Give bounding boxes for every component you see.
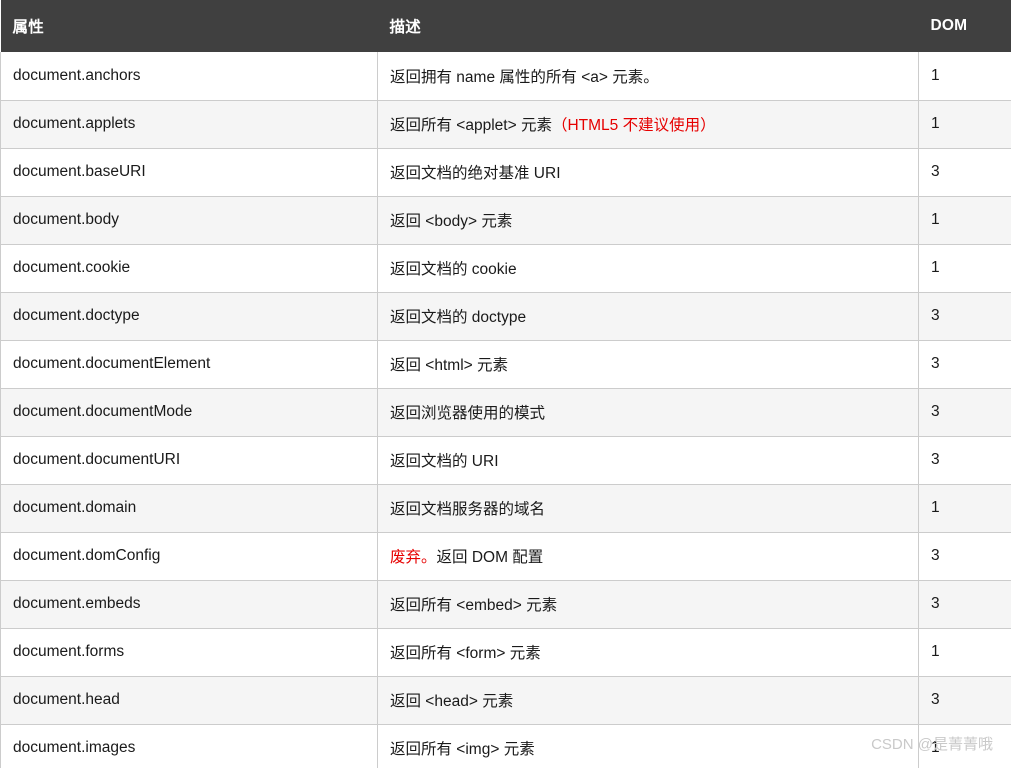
cell-attribute: document.documentMode xyxy=(0,388,378,437)
cell-description: 返回文档的 URI xyxy=(377,436,919,485)
table-header: 属性 描述 DOM xyxy=(0,0,1011,52)
table-row: document.cookie 返回文档的 cookie 1 xyxy=(0,244,1011,293)
table-row: document.images 返回所有 <img> 元素 1 xyxy=(0,724,1011,768)
column-header-attribute: 属性 xyxy=(0,0,378,52)
description-warning-text: 废弃。 xyxy=(390,549,437,566)
cell-description: 返回 <html> 元素 xyxy=(377,340,919,389)
cell-attribute: document.embeds xyxy=(0,580,378,629)
cell-description: 废弃。返回 DOM 配置 xyxy=(377,532,919,581)
column-header-description: 描述 xyxy=(377,0,919,52)
description-text: 返回 <body> 元素 xyxy=(390,213,513,230)
table-row: document.forms 返回所有 <form> 元素 1 xyxy=(0,628,1011,677)
cell-description: 返回 <body> 元素 xyxy=(377,196,919,245)
cell-description: 返回浏览器使用的模式 xyxy=(377,388,919,437)
table-row: document.documentMode 返回浏览器使用的模式 3 xyxy=(0,388,1011,437)
table-row: document.documentElement 返回 <html> 元素 3 xyxy=(0,340,1011,389)
cell-dom-level: 3 xyxy=(918,388,1011,437)
table-header-row: 属性 描述 DOM xyxy=(0,0,1011,52)
cell-dom-level: 1 xyxy=(918,628,1011,677)
description-text: 返回所有 <embed> 元素 xyxy=(390,597,558,614)
cell-dom-level: 3 xyxy=(918,436,1011,485)
description-text: 返回文档服务器的域名 xyxy=(390,501,546,518)
cell-dom-level: 1 xyxy=(918,484,1011,533)
cell-dom-level: 3 xyxy=(918,580,1011,629)
cell-attribute: document.images xyxy=(0,724,378,768)
cell-dom-level: 1 xyxy=(918,196,1011,245)
table-row: document.anchors 返回拥有 name 属性的所有 <a> 元素。 1 xyxy=(0,52,1011,101)
description-text: 返回文档的 doctype xyxy=(390,309,527,326)
cell-attribute: document.baseURI xyxy=(0,148,378,197)
cell-description: 返回所有 <form> 元素 xyxy=(377,628,919,677)
cell-attribute: document.doctype xyxy=(0,292,378,341)
cell-description: 返回文档的 cookie xyxy=(377,244,919,293)
description-text: 返回拥有 name 属性的所有 <a> 元素。 xyxy=(390,68,659,86)
cell-attribute: document.applets xyxy=(0,100,378,149)
cell-description: 返回 <head> 元素 xyxy=(377,676,919,725)
cell-dom-level: 3 xyxy=(918,532,1011,581)
table-body: document.anchors 返回拥有 name 属性的所有 <a> 元素。 1… xyxy=(0,52,1011,768)
column-header-dom: DOM xyxy=(918,0,1011,52)
table-row: document.documentURI 返回文档的 URI 3 xyxy=(0,436,1011,485)
table-row: document.doctype 返回文档的 doctype 3 xyxy=(0,292,1011,341)
cell-description: 返回所有 <embed> 元素 xyxy=(377,580,919,629)
description-warning-text: （HTML5 不建议使用） xyxy=(551,117,716,134)
table-row: document.domConfig 废弃。返回 DOM 配置 3 xyxy=(0,532,1011,581)
cell-attribute: document.documentElement xyxy=(0,340,378,389)
table-row: document.applets 返回所有 <applet> 元素（HTML5 不… xyxy=(0,100,1011,149)
table-row: document.body 返回 <body> 元素 1 xyxy=(0,196,1011,245)
table-row: document.domain 返回文档服务器的域名 1 xyxy=(0,484,1011,533)
cell-attribute: document.anchors xyxy=(0,52,378,101)
cell-attribute: document.head xyxy=(0,676,378,725)
cell-attribute: document.domain xyxy=(0,484,378,533)
cell-description: 返回文档服务器的域名 xyxy=(377,484,919,533)
cell-description: 返回拥有 name 属性的所有 <a> 元素。 xyxy=(377,52,919,101)
cell-dom-level: 1 xyxy=(918,244,1011,293)
cell-dom-level: 1 xyxy=(918,724,1011,768)
description-text: 返回文档的 cookie xyxy=(390,261,517,278)
description-text: 返回文档的 URI xyxy=(390,453,499,470)
cell-attribute: document.body xyxy=(0,196,378,245)
cell-description: 返回所有 <applet> 元素（HTML5 不建议使用） xyxy=(377,100,919,149)
description-text: 返回 <html> 元素 xyxy=(390,357,508,374)
cell-dom-level: 1 xyxy=(918,52,1011,101)
cell-dom-level: 3 xyxy=(918,292,1011,341)
description-text: 返回浏览器使用的模式 xyxy=(390,405,546,422)
cell-description: 返回所有 <img> 元素 xyxy=(377,724,919,768)
cell-dom-level: 3 xyxy=(918,340,1011,389)
description-text: 返回 <head> 元素 xyxy=(390,693,514,710)
table-row: document.baseURI 返回文档的绝对基准 URI 3 xyxy=(0,148,1011,197)
description-text: 返回所有 <applet> 元素 xyxy=(390,117,552,134)
description-text: 返回所有 <img> 元素 xyxy=(390,741,535,758)
cell-attribute: document.domConfig xyxy=(0,532,378,581)
cell-dom-level: 3 xyxy=(918,676,1011,725)
cell-attribute: document.cookie xyxy=(0,244,378,293)
cell-attribute: document.forms xyxy=(0,628,378,677)
cell-description: 返回文档的绝对基准 URI xyxy=(377,148,919,197)
document-properties-table: 属性 描述 DOM document.anchors 返回拥有 name 属性的所… xyxy=(0,0,1011,768)
cell-description: 返回文档的 doctype xyxy=(377,292,919,341)
description-text: 返回文档的绝对基准 URI xyxy=(390,165,561,182)
cell-dom-level: 3 xyxy=(918,148,1011,197)
table-row: document.head 返回 <head> 元素 3 xyxy=(0,676,1011,725)
table-row: document.embeds 返回所有 <embed> 元素 3 xyxy=(0,580,1011,629)
cell-attribute: document.documentURI xyxy=(0,436,378,485)
cell-dom-level: 1 xyxy=(918,100,1011,149)
description-text: 返回 DOM 配置 xyxy=(436,549,544,566)
description-text: 返回所有 <form> 元素 xyxy=(390,645,541,662)
property-table-container: 属性 描述 DOM document.anchors 返回拥有 name 属性的所… xyxy=(0,0,1011,768)
